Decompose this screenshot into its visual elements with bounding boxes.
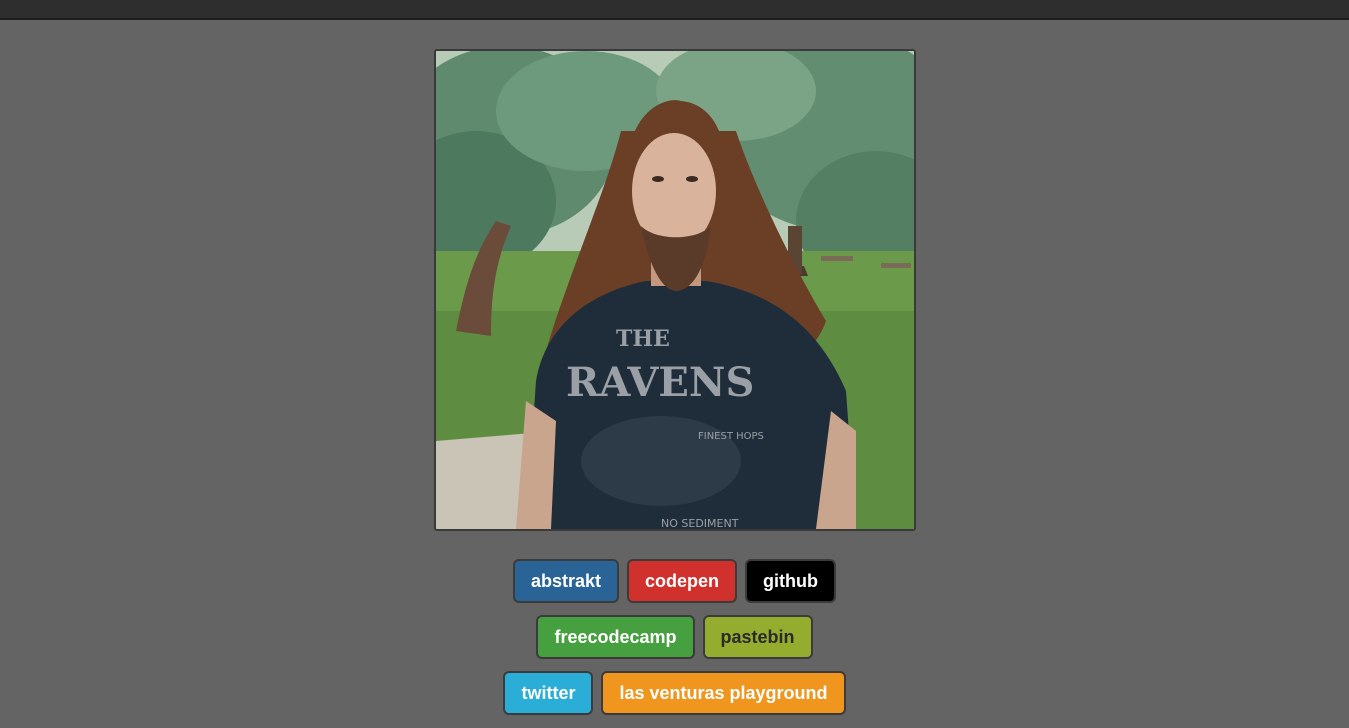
github-button[interactable]: github [745,559,837,603]
link-row-2: freecodecamp pastebin [0,615,1349,659]
freecodecamp-button[interactable]: freecodecamp [536,615,695,659]
shirt-text-ravens: RAVENS [566,359,754,406]
abstrakt-button[interactable]: abstrakt [512,559,620,603]
profile-photo-illustration: THE RAVENS FINEST HOPS NO SEDIMENT [436,51,914,529]
shirt-text-finest-hops: FINEST HOPS [698,431,764,442]
link-row-3: twitter las venturas playground [0,671,1349,715]
codepen-button[interactable]: codepen [627,559,738,603]
twitter-button[interactable]: twitter [503,671,594,715]
shirt-text-no-sediment: NO SEDIMENT [661,517,739,529]
link-row-1: abstrakt codepen github [0,559,1349,603]
las-venturas-playground-button[interactable]: las venturas playground [601,671,846,715]
shirt-text-the: THE [616,326,670,352]
profile-photo: THE RAVENS FINEST HOPS NO SEDIMENT [434,49,916,531]
pastebin-button[interactable]: pastebin [702,615,813,659]
top-bar [0,0,1349,20]
